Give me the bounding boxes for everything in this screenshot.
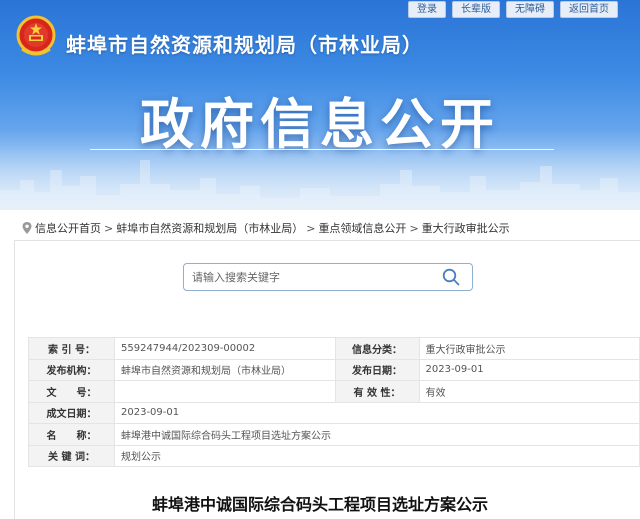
accessibility-link[interactable]: 无障碍 (506, 1, 554, 18)
document-number-label: 文 号： (28, 380, 115, 403)
header-banner: 登录 长辈版 无障碍 返回首页 蚌埠市自然资源和规划局（市林业局） 政府信息公开 (0, 0, 640, 210)
publisher-value: 蚌埠市自然资源和规划局（市林业局） (114, 358, 336, 381)
validity-label: 有 效 性： (334, 380, 420, 403)
title-underline (90, 149, 554, 150)
table-row: 文 号： 有 效 性： 有效 (28, 380, 640, 403)
breadcrumb-separator: > (409, 221, 419, 235)
document-title: 蚌埠港中诚国际综合码头工程项目选址方案公示 (151, 495, 488, 514)
location-pin-icon (22, 222, 32, 234)
breadcrumb-item-info-home[interactable]: 信息公开首页 (35, 220, 101, 236)
document-metadata-table: 索 引 号： 559247944/202309-00002 信息分类： 重大行政… (28, 337, 640, 467)
top-links: 登录 长辈版 无障碍 返回首页 (408, 1, 618, 18)
index-number-value: 559247944/202309-00002 (114, 337, 336, 360)
national-emblem-icon (16, 15, 56, 56)
creation-date-value: 2023-09-01 (114, 401, 640, 424)
agency-name: 蚌埠市自然资源和规划局（市林业局） (66, 33, 423, 57)
search-icon[interactable] (442, 268, 460, 286)
search-input[interactable] (192, 264, 432, 290)
table-row: 关 键 词： 规划公示 (28, 444, 640, 467)
banner-title: 政府信息公开 (140, 93, 500, 156)
login-link[interactable]: 登录 (408, 1, 446, 18)
keywords-label: 关 键 词： (28, 444, 115, 467)
publish-date-label: 发布日期： (334, 358, 420, 381)
creation-date-label: 成文日期： (28, 401, 115, 424)
publish-date-value: 2023-09-01 (418, 358, 640, 381)
table-row: 索 引 号： 559247944/202309-00002 信息分类： 重大行政… (28, 337, 640, 360)
document-number-value (114, 380, 336, 403)
breadcrumb-item-key-areas[interactable]: 重点领域信息公开 (318, 220, 406, 236)
validity-value: 有效 (418, 380, 640, 403)
search-box (183, 263, 473, 291)
table-row: 名 称： 蚌埠港中诚国际综合码头工程项目选址方案公示 (28, 423, 640, 446)
title-label: 名 称： (28, 423, 115, 446)
elder-version-link[interactable]: 长辈版 (452, 1, 500, 18)
breadcrumb: 信息公开首页 > 蚌埠市自然资源和规划局（市林业局） > 重点领域信息公开 > … (22, 220, 510, 236)
breadcrumb-item-agency[interactable]: 蚌埠市自然资源和规划局（市林业局） (116, 220, 303, 236)
breadcrumb-separator: > (306, 221, 316, 235)
keywords-value: 规划公示 (114, 444, 640, 467)
home-link[interactable]: 返回首页 (560, 1, 618, 18)
publisher-label: 发布机构： (28, 358, 115, 381)
breadcrumb-separator: > (104, 221, 114, 235)
table-row: 发布机构： 蚌埠市自然资源和规划局（市林业局） 发布日期： 2023-09-01 (28, 358, 640, 381)
category-value: 重大行政审批公示 (418, 337, 640, 360)
breadcrumb-item-approval-notice[interactable]: 重大行政审批公示 (422, 220, 510, 236)
category-label: 信息分类： (334, 337, 420, 360)
title-value: 蚌埠港中诚国际综合码头工程项目选址方案公示 (114, 423, 640, 446)
index-number-label: 索 引 号： (28, 337, 115, 360)
table-row: 成文日期： 2023-09-01 (28, 401, 640, 424)
